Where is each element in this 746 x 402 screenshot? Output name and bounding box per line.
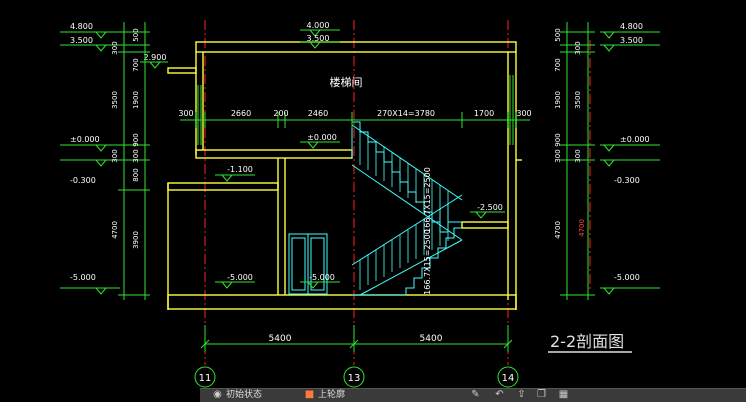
top-dim-3: 200 xyxy=(273,109,288,118)
right-dim-6: 900 xyxy=(554,133,562,146)
share-icon[interactable]: ⇪ xyxy=(516,390,527,400)
axis-bubbles: 11 13 14 xyxy=(194,366,519,388)
top-dim-6: 1700 xyxy=(474,109,494,118)
left-dim-3: 700 xyxy=(132,58,140,71)
inner-level-markers xyxy=(140,61,505,289)
level-floor-left: -5.000 xyxy=(227,273,253,282)
grid-icon[interactable]: ▦ xyxy=(558,390,569,400)
upper-floor-slab xyxy=(195,149,353,159)
top-dim-7: 300 xyxy=(516,109,531,118)
pen-icon[interactable]: ✎ xyxy=(470,390,481,400)
roof-slab xyxy=(195,41,517,53)
right-dim-1: 500 xyxy=(554,28,562,41)
top-dim-4: 2460 xyxy=(308,109,328,118)
left-dim-4: 1900 xyxy=(132,91,140,109)
eye-icon[interactable]: ◉ xyxy=(212,390,223,400)
right-level-5: -5.000 xyxy=(614,273,640,282)
level-floor-center: -5.000 xyxy=(309,273,335,282)
toolbar-item-1[interactable]: 初始状态 xyxy=(226,390,262,401)
upper-flight xyxy=(351,121,462,233)
section-title: 2-2剖面图 xyxy=(550,332,624,351)
right-level-2: 3.500 xyxy=(620,36,643,45)
level-ledge: 2.900 xyxy=(144,53,167,62)
right-dim-4: 1900 xyxy=(554,91,562,109)
left-dim-8: 300 xyxy=(132,149,140,162)
undo-icon[interactable]: ↶ xyxy=(494,390,505,400)
left-dim-1: 500 xyxy=(132,28,140,41)
left-dim-9: 800 xyxy=(132,168,140,181)
right-dim-5: 3500 xyxy=(574,91,582,109)
right-level-1: 4.800 xyxy=(620,22,643,31)
top-dim-5: 270X14=3780 xyxy=(377,109,435,118)
axis-label-14: 14 xyxy=(502,373,515,384)
level-floor-mid: -1.100 xyxy=(227,165,253,174)
right-level-3: ±0.000 xyxy=(620,135,650,144)
right-dim-9: 4700 xyxy=(554,221,562,239)
stair-dim-lower: 166.7X15=2500 xyxy=(423,229,432,295)
right-dim-8: 300 xyxy=(554,149,562,162)
roof-level-1: 4.000 xyxy=(307,21,330,30)
right-dim-7: 300 xyxy=(574,149,582,162)
lower-flight xyxy=(352,227,462,296)
bottom-dim-right: 5400 xyxy=(420,334,443,344)
base-slab xyxy=(167,294,517,310)
right-level-4: -0.300 xyxy=(614,176,640,185)
stair-dim-upper: 166.7X15=2500 xyxy=(423,167,432,233)
layer-icon[interactable]: ■ xyxy=(304,390,315,400)
right-vertical-dim: 4700 xyxy=(578,219,586,237)
left-level-2: 3.500 xyxy=(70,36,93,45)
left-dim-10: 3900 xyxy=(132,231,140,249)
bottom-dim-left: 5400 xyxy=(269,334,292,344)
grid-axes xyxy=(204,20,591,365)
level-floor-upper: ±0.000 xyxy=(307,133,337,142)
bottom-toolbar: ◉ 初始状态 ■ 上轮廓 ✎ ↶ ⇪ ❐ ▦ xyxy=(200,388,746,402)
level-landing: -2.500 xyxy=(477,203,503,212)
top-dim-2: 2660 xyxy=(231,109,251,118)
room-label: 楼梯间 xyxy=(330,75,363,89)
stairs xyxy=(351,121,463,296)
left-level-4: -0.300 xyxy=(70,176,96,185)
left-level-5: -5.000 xyxy=(70,273,96,282)
axis-label-11: 11 xyxy=(199,373,212,384)
toolbar-item-2[interactable]: 上轮廓 xyxy=(318,390,345,401)
axis-label-13: 13 xyxy=(348,373,361,384)
cad-drawing-canvas[interactable]: 11 13 14 5400 5400 300 2660 200 2460 270… xyxy=(0,0,746,388)
left-level-3: ±0.000 xyxy=(70,135,100,144)
right-dim-3: 700 xyxy=(554,58,562,71)
bottom-dimension xyxy=(200,325,513,352)
left-dim-6: 900 xyxy=(132,133,140,146)
top-dim-1: 300 xyxy=(178,109,193,118)
left-dim-7: 300 xyxy=(111,149,119,162)
left-dim-5: 3500 xyxy=(111,91,119,109)
left-dim-11: 4700 xyxy=(111,221,119,239)
right-dim-2: 300 xyxy=(574,41,582,54)
copy-icon[interactable]: ❐ xyxy=(536,390,547,400)
left-dim-2: 300 xyxy=(111,41,119,54)
roof-level-2: 3.500 xyxy=(307,34,330,43)
door xyxy=(288,233,328,295)
left-level-1: 4.800 xyxy=(70,22,93,31)
